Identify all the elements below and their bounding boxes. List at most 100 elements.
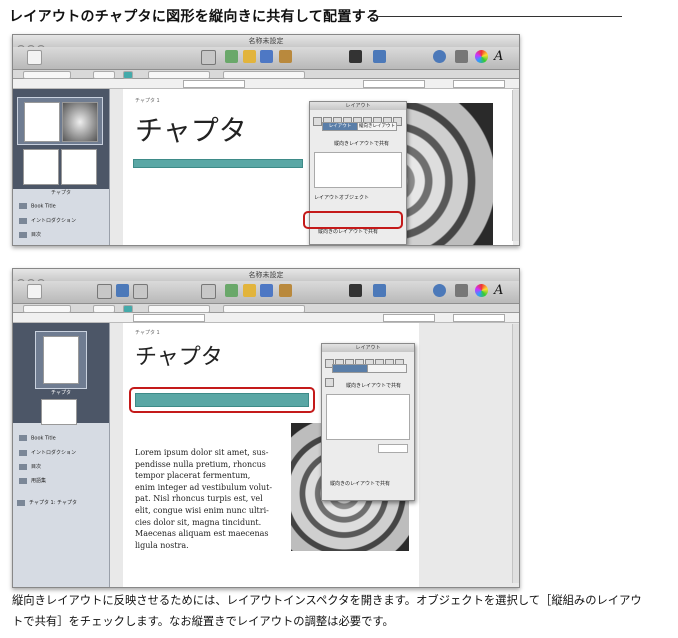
search-field[interactable] <box>133 314 205 322</box>
orientation-icon[interactable] <box>133 284 148 299</box>
text-box-icon[interactable] <box>201 284 216 299</box>
inspector-tabs <box>313 111 403 126</box>
stroke-style-select[interactable] <box>23 71 71 79</box>
layout-table <box>326 394 410 440</box>
toolbar: A <box>13 47 519 70</box>
opacity-select[interactable] <box>223 305 305 313</box>
widget-icon[interactable] <box>279 50 292 63</box>
table-icon[interactable] <box>243 50 256 63</box>
page-thumbnail[interactable] <box>61 149 97 185</box>
selected-shape[interactable] <box>133 159 303 168</box>
thumbnail-selected[interactable] <box>35 331 87 389</box>
share-icon[interactable] <box>373 284 386 297</box>
zoom-field[interactable] <box>453 314 505 322</box>
fill-color-swatch[interactable] <box>123 71 133 79</box>
view-icon[interactable] <box>97 284 112 299</box>
sidebar-item-chapter[interactable]: チャプタ 1: チャプタ <box>17 499 77 506</box>
page-thumbnails <box>13 89 109 189</box>
chart-icon[interactable] <box>260 284 273 297</box>
shadow-select[interactable] <box>148 305 210 313</box>
document-canvas: チャプタ 1 チャプタ Lorem ipsum dolor sit amet, … <box>123 323 419 587</box>
widget-icon[interactable] <box>279 284 292 297</box>
link-tab-icon[interactable] <box>325 378 334 387</box>
stroke-color-select[interactable] <box>93 71 115 79</box>
page-thumbnails: チャプタ <box>13 323 109 425</box>
text-box-icon[interactable] <box>201 50 216 65</box>
sidebar-item-book-title[interactable]: Book Title <box>19 203 56 210</box>
colors-icon[interactable] <box>475 50 488 63</box>
sidebar-item-toc[interactable]: 目次 <box>19 463 41 470</box>
inspector-icon[interactable] <box>433 284 446 297</box>
sidebar-caption: チャプタ <box>51 190 71 196</box>
page-thumbnail[interactable] <box>62 102 98 142</box>
shadow-select[interactable] <box>148 71 210 79</box>
page-thumbnail[interactable] <box>41 399 77 425</box>
page-thumbnail[interactable] <box>23 149 59 185</box>
media-icon[interactable] <box>455 284 468 297</box>
orientation-field[interactable] <box>363 80 425 88</box>
fill-color-swatch[interactable] <box>123 305 133 313</box>
chapter-title[interactable]: チャプタ <box>135 339 223 371</box>
sidebar-item-toc[interactable]: 目次 <box>19 231 41 238</box>
sidebar-item-book-title[interactable]: Book Title <box>19 435 56 442</box>
page-icon <box>19 449 27 456</box>
stroke-style-select[interactable] <box>23 305 71 313</box>
device-preview-icon[interactable] <box>349 284 362 297</box>
inspector-title: レイアウト <box>310 102 406 110</box>
list-icon <box>19 231 27 238</box>
add-page-icon[interactable] <box>27 50 42 65</box>
add-page-icon[interactable] <box>27 284 42 299</box>
share-vertical-layout-checkbox[interactable]: 縦向きのレイアウトで共有 <box>318 228 378 235</box>
chapter-title[interactable]: チャプタ <box>135 109 247 149</box>
body-text[interactable]: Lorem ipsum dolor sit amet, sus- pendiss… <box>135 447 272 551</box>
vertical-scrollbar[interactable] <box>512 324 519 583</box>
sidebar-item-glossary[interactable]: 用語集 <box>19 477 46 484</box>
shape-icon[interactable] <box>225 284 238 297</box>
sidebar-item-intro[interactable]: イントロダクション <box>19 449 76 456</box>
page-thumbnail[interactable] <box>43 336 79 384</box>
vertical-layout-segment[interactable]: 縦向きレイアウト <box>357 122 397 131</box>
zoom-field[interactable] <box>453 80 505 88</box>
chart-icon[interactable] <box>260 50 273 63</box>
share-vertical-checkbox[interactable]: 縦向きレイアウトで共有 <box>346 382 401 389</box>
colors-icon[interactable] <box>475 284 488 297</box>
inspector-icon[interactable] <box>433 50 446 63</box>
inspector-section-label: レイアウトオブジェクト <box>314 195 370 201</box>
thumbnail-selected[interactable] <box>17 97 103 145</box>
orientation-icon[interactable] <box>116 284 129 297</box>
sub-bar <box>13 313 519 323</box>
device-preview-icon[interactable] <box>349 50 362 63</box>
caption-text: 縦向きレイアウトに反映させるためには、レイアウトインスペクタを開きます。オブジェ… <box>12 594 642 628</box>
sub-bar <box>13 79 519 89</box>
highlight-box <box>303 211 403 229</box>
share-vertical-checkbox[interactable]: 縦向きレイアウトで共有 <box>334 140 389 147</box>
sidebar: チャプタ Book Title イントロダクション 目次 <box>13 89 110 245</box>
table-icon[interactable] <box>243 284 256 297</box>
vertical-scrollbar[interactable] <box>512 90 519 241</box>
page-thumbnail[interactable] <box>24 102 60 142</box>
document-tab-icon[interactable] <box>313 117 322 126</box>
page-icon <box>19 435 27 441</box>
sidebar-caption: チャプタ <box>51 390 71 396</box>
layout-segment[interactable]: レイアウト <box>322 122 358 131</box>
share-vertical-layout-checkbox[interactable]: 縦向きのレイアウトで共有 <box>330 480 390 487</box>
search-field[interactable] <box>183 80 245 88</box>
vertical-layout-segment[interactable] <box>367 364 407 373</box>
opacity-select[interactable] <box>223 71 305 79</box>
fonts-icon[interactable]: A <box>494 284 507 297</box>
stroke-color-select[interactable] <box>93 305 115 313</box>
media-icon[interactable] <box>455 50 468 63</box>
screenshot-2-window: 名称未設定 A チャプタ Book Title イントロダクション 目次 用語集… <box>12 268 520 588</box>
fonts-icon[interactable]: A <box>494 50 507 63</box>
highlight-box <box>129 387 315 413</box>
layout-table <box>314 152 402 188</box>
share-icon[interactable] <box>373 50 386 63</box>
list-icon <box>19 463 27 470</box>
value-field[interactable] <box>378 444 408 453</box>
orientation-field[interactable] <box>383 314 435 322</box>
format-bar <box>13 70 519 79</box>
sidebar-item-intro[interactable]: イントロダクション <box>19 217 76 224</box>
page-heading: レイアウトのチャプタに図形を縦向きに共有して配置する <box>9 9 381 25</box>
shape-icon[interactable] <box>225 50 238 63</box>
layout-segment[interactable] <box>332 364 368 373</box>
